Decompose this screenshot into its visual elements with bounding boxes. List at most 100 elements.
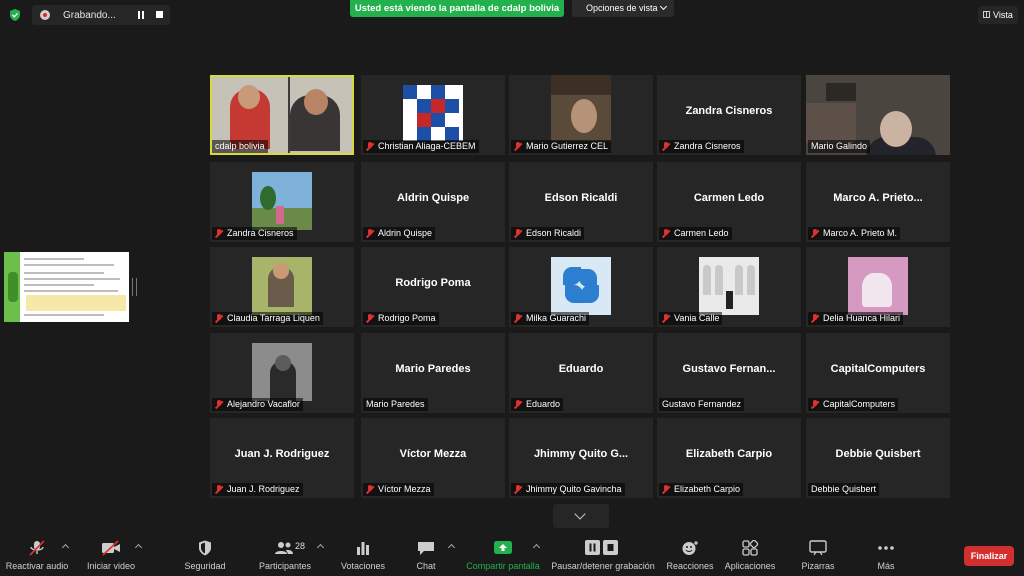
participant-avatar-photo <box>848 257 908 315</box>
chat-button[interactable]: Chat <box>406 532 446 576</box>
pause-stop-recording-button[interactable]: Pausar/detener grabación <box>548 532 658 576</box>
polls-button[interactable]: Votaciones <box>338 532 388 576</box>
thumbnail-text-line <box>24 258 84 260</box>
pause-stop-icon <box>585 540 618 555</box>
video-tile[interactable]: Vania Calle <box>657 247 801 327</box>
participant-avatar-flower <box>551 257 611 315</box>
participant-name: CapitalComputers <box>830 363 926 375</box>
participants-caret-icon[interactable] <box>316 543 325 552</box>
participant-name-label: Mario Galindo <box>808 140 871 153</box>
participant-name-label: Milka Guarachi <box>511 312 590 325</box>
end-meeting-button[interactable]: Finalizar <box>964 546 1014 566</box>
pause-stop-recording-label: Pausar/detener grabación <box>551 561 655 571</box>
video-tile[interactable]: Alejandro Vacaflor <box>210 333 354 413</box>
video-tile[interactable]: Debbie Quisbert Debbie Quisbert <box>806 418 950 498</box>
thumbnail-highlight <box>26 295 126 311</box>
mic-muted-icon <box>662 314 670 323</box>
reactions-button[interactable]: Reacciones <box>664 532 716 576</box>
participant-avatar-cebem-logo <box>403 85 463 141</box>
participant-name: Juan J. Rodriguez <box>234 448 330 460</box>
view-options-dropdown[interactable]: Opciones de vista <box>572 0 674 17</box>
video-tile[interactable]: Mario Gutierrez CEL <box>509 75 653 155</box>
participant-name: Debbie Quisbert <box>835 448 921 460</box>
share-screen-button[interactable]: Compartir pantalla <box>463 532 543 576</box>
mic-muted-icon <box>215 314 223 323</box>
apps-button[interactable]: Aplicaciones <box>722 532 778 576</box>
video-tile[interactable]: Elizabeth Carpio Elizabeth Carpio <box>657 418 801 498</box>
view-button[interactable]: Vista <box>978 6 1018 24</box>
unmute-button[interactable]: Reactivar audio <box>2 532 72 576</box>
video-tile[interactable]: Christian Aliaga-CEBEM <box>361 75 505 155</box>
mic-muted-icon <box>215 485 223 494</box>
video-tile[interactable]: Zandra Cisneros Zandra Cisneros <box>657 75 801 155</box>
thumbnail-text-line <box>24 272 104 274</box>
video-tile[interactable]: Mario Galindo <box>806 75 950 155</box>
video-tile[interactable]: Víctor Mezza Víctor Mezza <box>361 418 505 498</box>
stop-recording-icon[interactable] <box>156 11 163 18</box>
mic-muted-icon <box>811 314 819 323</box>
participant-name-label: Elizabeth Carpio <box>659 483 744 496</box>
participant-name-label: Zandra Cisneros <box>212 227 297 240</box>
pause-recording-icon[interactable] <box>137 11 145 19</box>
meeting-toolbar: Reactivar audio Iniciar video Seguridad … <box>0 532 1024 576</box>
participant-name: Marco A. Prieto... <box>833 192 923 204</box>
mic-muted-icon <box>366 314 374 323</box>
chat-caret-icon[interactable] <box>447 543 456 552</box>
recording-label: Grabando... <box>63 9 116 21</box>
security-shield-icon[interactable] <box>8 8 22 22</box>
participant-name-label: Edson Ricaldi <box>511 227 585 240</box>
mic-muted-icon <box>811 400 819 409</box>
mic-muted-icon <box>662 229 670 238</box>
share-screen-label: Compartir pantalla <box>466 561 540 571</box>
participant-name-label: CapitalComputers <box>808 398 899 411</box>
mic-muted-icon <box>366 485 374 494</box>
mic-muted-icon <box>811 229 819 238</box>
whiteboards-button[interactable]: Pizarras <box>796 532 840 576</box>
more-dots-icon <box>878 546 894 550</box>
video-tile[interactable]: Aldrin Quispe Aldrin Quispe <box>361 162 505 242</box>
participant-name: Gustavo Fernan... <box>682 363 776 375</box>
scroll-down-button[interactable] <box>553 504 609 528</box>
video-tile[interactable]: Milka Guarachi <box>509 247 653 327</box>
video-tile[interactable]: Jhimmy Quito G... Jhimmy Quito Gavincha <box>509 418 653 498</box>
video-tile[interactable]: Mario Paredes Mario Paredes <box>361 333 505 413</box>
participant-name: Eduardo <box>558 363 604 375</box>
mic-muted-icon <box>366 229 374 238</box>
participant-name-label: Claudia Tarraga Liquen <box>212 312 323 325</box>
video-tile[interactable]: Zandra Cisneros <box>210 162 354 242</box>
mic-muted-icon <box>662 142 670 151</box>
video-tile[interactable]: Eduardo Eduardo <box>509 333 653 413</box>
participant-name-label: Christian Aliaga-CEBEM <box>363 140 479 153</box>
video-tile[interactable]: CapitalComputers CapitalComputers <box>806 333 950 413</box>
more-button[interactable]: Más <box>866 532 906 576</box>
recording-indicator: Grabando... <box>32 5 170 25</box>
view-button-label: Vista <box>993 10 1013 20</box>
mic-muted-icon <box>514 485 522 494</box>
security-button[interactable]: Seguridad <box>180 532 230 576</box>
thumbnail-text-line <box>24 290 118 292</box>
smiley-add-icon <box>682 541 698 555</box>
shared-screen-thumbnail[interactable] <box>4 252 129 322</box>
mic-muted-icon <box>514 314 522 323</box>
apps-label: Aplicaciones <box>724 561 776 571</box>
video-tile[interactable]: Marco A. Prieto... Marco A. Prieto M. <box>806 162 950 242</box>
participant-name-label: Carmen Ledo <box>659 227 732 240</box>
participants-icon <box>275 542 293 554</box>
video-tile[interactable]: Carmen Ledo Carmen Ledo <box>657 162 801 242</box>
participants-button[interactable]: Participantes <box>254 532 316 576</box>
video-tile[interactable]: Claudia Tarraga Liquen <box>210 247 354 327</box>
participant-name: Aldrin Quispe <box>396 192 470 204</box>
video-tile[interactable]: Edson Ricaldi Edson Ricaldi <box>509 162 653 242</box>
video-tile[interactable]: Juan J. Rodriguez Juan J. Rodriguez <box>210 418 354 498</box>
video-tile[interactable]: Rodrigo Poma Rodrigo Poma <box>361 247 505 327</box>
resize-handle[interactable] <box>132 278 137 296</box>
mic-muted-icon <box>514 400 522 409</box>
participant-name-label: Rodrigo Poma <box>363 312 439 325</box>
video-tile[interactable]: Gustavo Fernan... Gustavo Fernandez <box>657 333 801 413</box>
thumbnail-text-line <box>24 314 104 316</box>
chat-bubble-icon <box>418 542 434 555</box>
video-tile[interactable]: Delia Huanca Hilari <box>806 247 950 327</box>
video-tile[interactable]: cdalp bolivia <box>210 75 354 155</box>
start-video-button[interactable]: Iniciar video <box>78 532 144 576</box>
thumbnail-text-line <box>24 284 94 286</box>
